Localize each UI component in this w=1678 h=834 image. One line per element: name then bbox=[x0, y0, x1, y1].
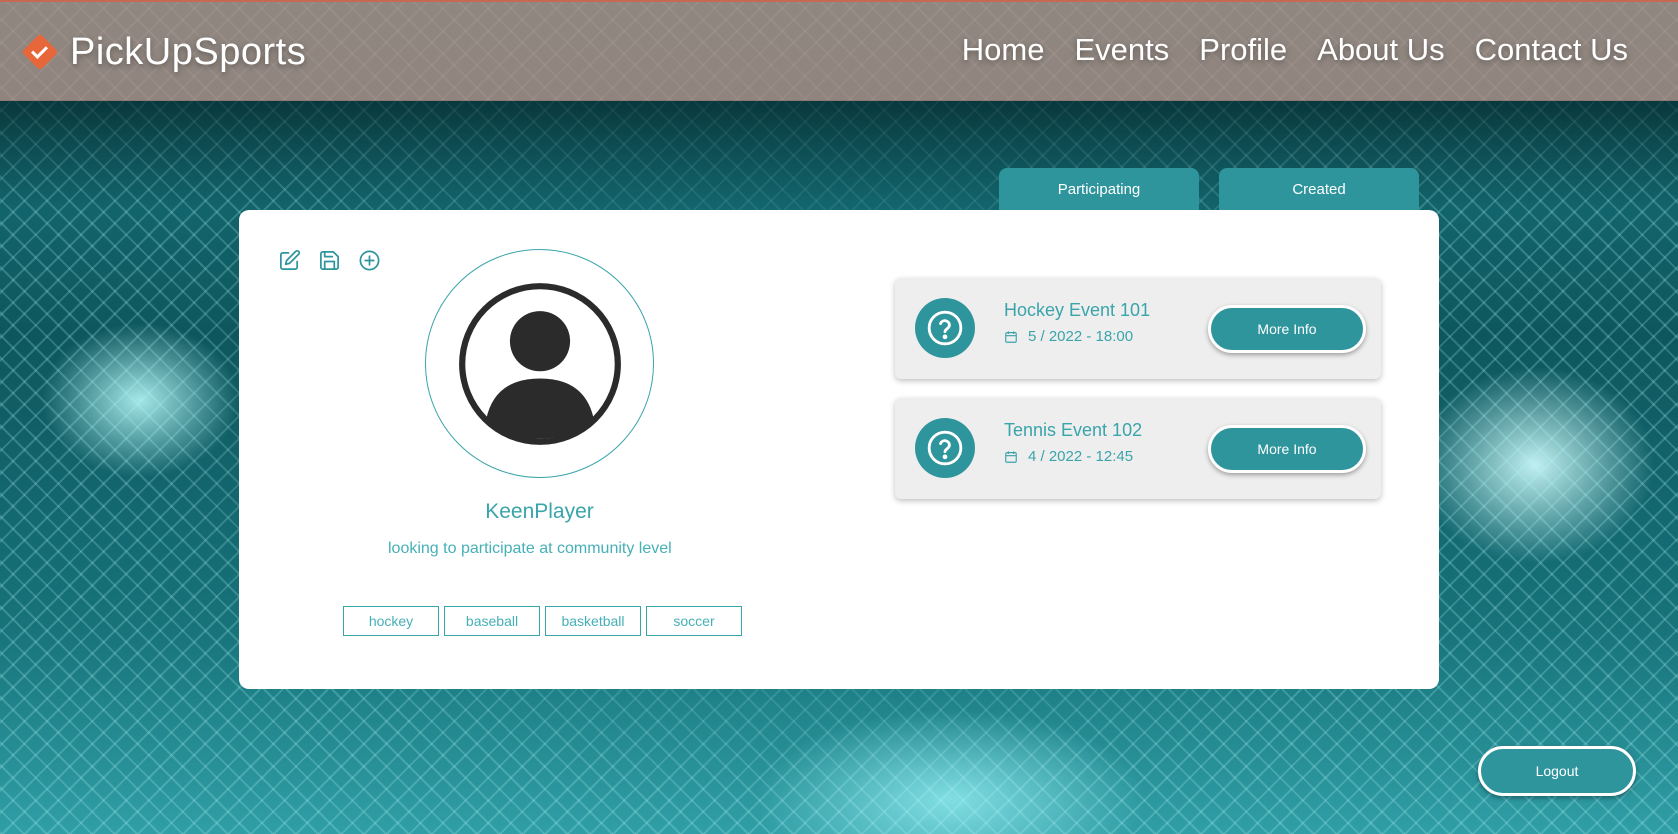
nav-home[interactable]: Home bbox=[962, 32, 1045, 68]
bio: looking to participate at community leve… bbox=[388, 540, 672, 557]
question-icon bbox=[915, 418, 975, 478]
brand-name: PickUpSports bbox=[70, 30, 307, 73]
event-title: Hockey Event 101 bbox=[1004, 300, 1151, 320]
profile-card: KeenPlayer looking to participate at com… bbox=[239, 210, 1439, 689]
tab-created[interactable]: Created bbox=[1219, 168, 1419, 210]
avatar bbox=[425, 249, 654, 478]
site-header: PickUpSports Home Events Profile About U… bbox=[0, 0, 1678, 101]
question-icon bbox=[915, 298, 975, 358]
check-diamond-icon bbox=[21, 33, 59, 71]
user-avatar-icon bbox=[458, 282, 621, 445]
event-title: Tennis Event 102 bbox=[1004, 420, 1143, 440]
sport-tags: hockey baseball basketball soccer bbox=[343, 606, 742, 636]
add-circle-icon[interactable] bbox=[357, 248, 382, 273]
background-crossbar bbox=[0, 100, 1678, 210]
nav-profile[interactable]: Profile bbox=[1199, 32, 1287, 68]
tag-hockey: hockey bbox=[343, 606, 439, 636]
brand-link[interactable]: PickUpSports bbox=[21, 28, 307, 76]
more-info-button[interactable]: More Info bbox=[1208, 425, 1366, 473]
save-icon[interactable] bbox=[317, 248, 342, 273]
nav-contact-us[interactable]: Contact Us bbox=[1475, 32, 1628, 68]
tag-basketball: basketball bbox=[545, 606, 641, 636]
event-date-text: 5 / 2022 - 18:00 bbox=[1028, 328, 1134, 345]
tab-participating[interactable]: Participating bbox=[999, 168, 1199, 210]
calendar-icon bbox=[1005, 330, 1017, 343]
tag-baseball: baseball bbox=[444, 606, 540, 636]
calendar-icon bbox=[1005, 450, 1017, 463]
event-date-text: 4 / 2022 - 12:45 bbox=[1028, 448, 1134, 465]
profile-toolbar bbox=[277, 248, 382, 273]
more-info-button[interactable]: More Info bbox=[1208, 305, 1366, 353]
nav-events[interactable]: Events bbox=[1074, 32, 1169, 68]
tag-soccer: soccer bbox=[646, 606, 742, 636]
username: KeenPlayer bbox=[485, 500, 594, 523]
event-card: Tennis Event 102 4 / 2022 - 12:45 More I… bbox=[895, 398, 1381, 499]
nav-about-us[interactable]: About Us bbox=[1317, 32, 1445, 68]
edit-icon[interactable] bbox=[277, 248, 302, 273]
logout-button[interactable]: Logout bbox=[1478, 746, 1636, 796]
event-date: 4 / 2022 - 12:45 bbox=[1004, 448, 1133, 465]
main-nav: Home Events Profile About Us Contact Us bbox=[962, 32, 1628, 68]
event-date: 5 / 2022 - 18:00 bbox=[1004, 328, 1133, 345]
event-card: Hockey Event 101 5 / 2022 - 18:00 More I… bbox=[895, 278, 1381, 379]
